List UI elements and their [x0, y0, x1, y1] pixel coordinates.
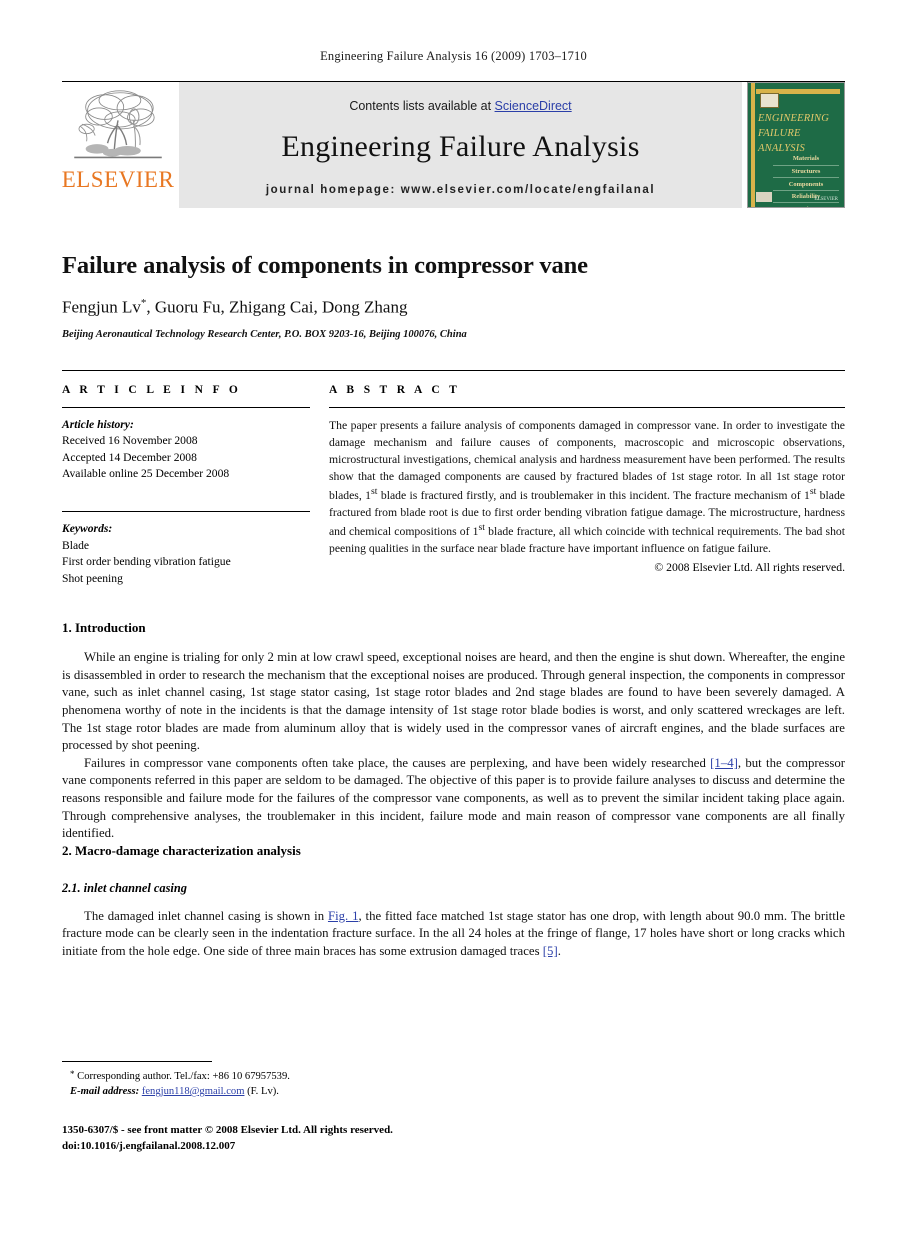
sec21-text-a: The damaged inlet channel casing is show…: [84, 908, 328, 923]
keyword-item: Shot peening: [62, 571, 123, 585]
cover-topic-item: Structures: [773, 166, 839, 179]
article-history-block: Article history: Received 16 November 20…: [62, 417, 310, 483]
body-content: 1. Introduction While an engine is trial…: [62, 620, 845, 960]
cover-footer: ELSEVIER: [756, 192, 838, 202]
abstract-column: A B S T R A C T The paper presents a fai…: [329, 371, 845, 588]
cover-footer-text: ELSEVIER: [814, 197, 838, 202]
journal-cover-image: ENGINEERING FAILURE ANALYSIS Materials S…: [747, 82, 845, 208]
figure-link-fig-1[interactable]: Fig. 1: [328, 909, 359, 923]
article-info-rule: [62, 406, 310, 408]
keyword-item: First order bending vibration fatigue: [62, 555, 231, 569]
elsevier-wordmark: ELSEVIER: [61, 167, 175, 192]
cover-topic-item: Components: [773, 178, 839, 191]
footnote-corresponding-text: Corresponding author. Tel./fax: +86 10 6…: [77, 1071, 290, 1082]
colophon: 1350-6307/$ - see front matter © 2008 El…: [62, 1123, 562, 1155]
author-primary: Fengjun Lv: [62, 297, 141, 317]
history-received: Received 16 November 2008: [62, 434, 198, 448]
contents-available-line: Contents lists available at ScienceDirec…: [349, 99, 571, 113]
citation-link-1-4[interactable]: [1–4]: [710, 756, 738, 770]
article-info-column: A R T I C L E I N F O Article history: R…: [62, 371, 310, 588]
intro-p2-text-a: Failures in compressor vane components o…: [84, 755, 711, 770]
running-head: Engineering Failure Analysis 16 (2009) 1…: [320, 49, 587, 63]
cover-topic-item: Materials: [773, 153, 839, 166]
footnote-block: * Corresponding author. Tel./fax: +86 10…: [62, 1061, 562, 1099]
article-info-heading: A R T I C L E I N F O: [62, 383, 242, 396]
cover-title-line-2: FAILURE: [758, 128, 801, 140]
elsevier-logo: ELSEVIER: [62, 82, 174, 208]
article-history-label: Article history:: [62, 417, 134, 431]
keywords-block: Keywords: Blade First order bending vibr…: [62, 521, 310, 587]
info-abstract-region: A R T I C L E I N F O Article history: R…: [62, 369, 845, 588]
subsection-paragraph-1: The damaged inlet channel casing is show…: [62, 908, 845, 961]
history-available-online: Available online 25 December 2008: [62, 467, 230, 481]
subsection-heading-inlet-channel-casing: 2.1. inlet channel casing: [62, 880, 187, 895]
paper-page: Engineering Failure Analysis 16 (2009) 1…: [0, 0, 907, 1238]
contents-prefix: Contents lists available at: [349, 98, 495, 113]
citation-link-5[interactable]: [5]: [543, 944, 558, 958]
abstract-heading: A B S T R A C T: [329, 383, 461, 396]
cover-emblem: [760, 93, 779, 108]
footnote-star-icon: *: [70, 1069, 75, 1079]
sciencedirect-link[interactable]: ScienceDirect: [495, 99, 572, 113]
abstract-rule: [329, 406, 845, 408]
abstract-copyright: © 2008 Elsevier Ltd. All rights reserved…: [654, 560, 845, 574]
journal-title: Engineering Failure Analysis: [281, 129, 640, 163]
keywords-label: Keywords:: [62, 521, 113, 535]
journal-banner: Contents lists available at ScienceDirec…: [179, 82, 742, 208]
keyword-item: Blade: [62, 538, 90, 552]
intro-paragraph-2: Failures in compressor vane components o…: [62, 755, 845, 843]
cover-title-line-1: ENGINEERING: [758, 113, 830, 124]
cover-title: ENGINEERING FAILURE ANALYSIS: [758, 111, 838, 157]
cover-left-bar: [751, 83, 755, 207]
colophon-issn-line: 1350-6307/$ - see front matter © 2008 El…: [62, 1124, 393, 1136]
footnote-rule: [62, 1061, 212, 1062]
section-heading-macro-damage: 2. Macro-damage characterization analysi…: [62, 842, 301, 858]
footnote-corresponding-author: * Corresponding author. Tel./fax: +86 10…: [62, 1068, 562, 1084]
elsevier-tree-icon: [74, 90, 162, 159]
author-list: Fengjun Lv*, Guoru Fu, Zhigang Cai, Dong…: [62, 297, 845, 318]
journal-homepage: journal homepage: www.elsevier.com/locat…: [265, 183, 656, 196]
page-content: Engineering Failure Analysis 16 (2009) 1…: [62, 0, 845, 961]
journal-masthead: ELSEVIER Contents lists available at Sci…: [62, 81, 845, 208]
affiliation: Beijing Aeronautical Technology Research…: [62, 328, 467, 340]
keywords-rule: [62, 510, 310, 512]
authors-remaining: , Guoru Fu, Zhigang Cai, Dong Zhang: [146, 297, 408, 317]
cover-publisher-icon: [756, 192, 772, 202]
abstract-part-2: blade is fractured firstly, and is troub…: [377, 489, 810, 503]
history-accepted: Accepted 14 December 2008: [62, 450, 197, 464]
page-title: Failure analysis of components in compre…: [62, 252, 588, 279]
sec21-text-c: .: [557, 944, 561, 958]
colophon-doi-line: doi:10.1016/j.engfailanal.2008.12.007: [62, 1139, 236, 1152]
intro-paragraph-1: While an engine is trialing for only 2 m…: [62, 650, 845, 753]
abstract-text: The paper presents a failure analysis of…: [329, 417, 845, 558]
footnote-email-suffix: (F. Lv).: [247, 1086, 279, 1098]
email-link[interactable]: fengjun118@gmail.com: [142, 1086, 245, 1097]
footnote-email-label: E-mail address:: [70, 1086, 140, 1098]
section-heading-introduction: 1. Introduction: [62, 620, 146, 636]
cover-topic-item: Design: [773, 203, 839, 207]
footnote-email-line: E-mail address: fengjun118@gmail.com (F.…: [62, 1084, 562, 1099]
